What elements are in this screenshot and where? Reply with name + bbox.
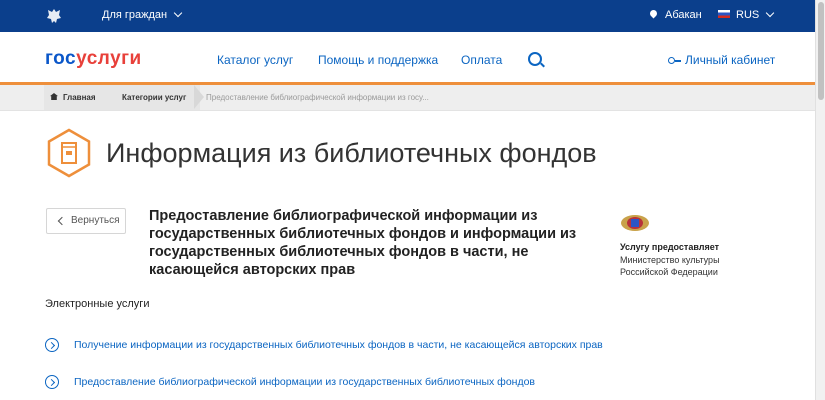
chevron-left-icon	[57, 216, 67, 226]
ministry-emblem-icon	[621, 215, 649, 231]
breadcrumb-current: Предоставление библиографической информа…	[206, 93, 429, 102]
personal-account-label: Личный кабинет	[685, 53, 776, 67]
search-icon[interactable]	[528, 52, 542, 66]
breadcrumb-home[interactable]: Главная	[44, 85, 110, 110]
page-title: Информация из библиотечных фондов	[106, 138, 597, 168]
key-icon	[668, 57, 681, 64]
chevron-down-icon	[765, 8, 775, 18]
logo-part-uslugi: услуги	[76, 48, 142, 69]
top-bar: Для граждан Абакан RUS	[0, 0, 815, 32]
nav-help[interactable]: Помощь и поддержка	[318, 53, 438, 67]
service-link-label: Получение информации из государственных …	[74, 339, 603, 351]
provider-name[interactable]: Министерство культуры Российской Федерац…	[620, 254, 740, 278]
main-header: госуслуги Каталог услуг Помощь и поддерж…	[0, 32, 815, 85]
nav-catalog[interactable]: Каталог услуг	[217, 53, 293, 67]
gosuslugi-logo[interactable]: госуслуги	[45, 48, 142, 70]
breadcrumb-category-label: Категории услуг	[122, 93, 187, 102]
audience-selector[interactable]: Для граждан	[102, 8, 183, 21]
chevron-circle-right-icon	[45, 375, 59, 389]
breadcrumb: Главная Категории услуг Предоставление б…	[0, 85, 815, 111]
chevron-circle-right-icon	[45, 338, 59, 352]
nav-payment[interactable]: Оплата	[461, 53, 502, 67]
audience-selector-label: Для граждан	[102, 9, 168, 21]
breadcrumb-category[interactable]: Категории услуг	[108, 85, 201, 110]
vertical-scrollbar[interactable]	[815, 0, 825, 400]
breadcrumb-home-label: Главная	[63, 93, 96, 102]
back-button[interactable]: Вернуться	[46, 208, 126, 234]
home-icon	[50, 93, 58, 100]
service-title: Предоставление библиографической информа…	[149, 208, 577, 278]
coat-of-arms-icon[interactable]	[45, 7, 63, 25]
logo-part-gos: гос	[45, 48, 77, 69]
language-selector[interactable]: RUS	[718, 8, 775, 21]
back-button-label: Вернуться	[71, 215, 120, 226]
location-label: Абакан	[665, 9, 702, 21]
chevron-down-icon	[173, 8, 183, 18]
service-link-label: Предоставление библиографической информа…	[74, 376, 536, 388]
language-label: RUS	[736, 9, 760, 21]
scrollbar-thumb[interactable]	[818, 2, 824, 100]
breadcrumb-separator	[194, 85, 204, 109]
library-category-icon	[47, 128, 91, 178]
location-pin-icon	[648, 8, 659, 19]
electronic-services-heading: Электронные услуги	[45, 298, 150, 310]
location-selector[interactable]: Абакан	[648, 8, 702, 21]
personal-account-link[interactable]: Личный кабинет	[668, 53, 775, 67]
provider-label: Услугу предоставляет	[620, 242, 720, 252]
russian-flag-icon	[718, 10, 730, 19]
page: Для граждан Абакан RUS госуслуги Каталог…	[0, 0, 815, 400]
